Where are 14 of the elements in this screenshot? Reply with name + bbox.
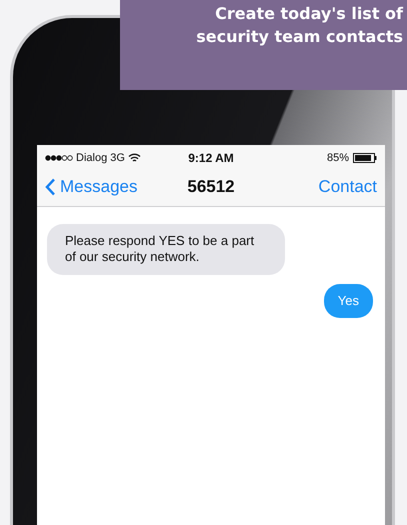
contact-link[interactable]: Contact — [266, 177, 378, 197]
wifi-icon — [128, 153, 141, 163]
carrier-name: Dialog 3G — [76, 152, 125, 164]
battery-percent: 85% — [326, 152, 350, 164]
conversation-title: 56512 — [186, 177, 236, 197]
sent-message: Yes — [324, 284, 373, 318]
back-link[interactable]: Messages — [60, 177, 138, 197]
battery-icon — [353, 153, 378, 163]
back-chevron-icon[interactable] — [45, 178, 56, 196]
status-time: 9:12 AM — [187, 151, 235, 165]
banner-text: security team contacts — [196, 26, 403, 48]
banner-text: Create today's list of — [215, 3, 403, 25]
received-message: Please respond YES to be a part of our security network. — [47, 224, 285, 275]
signal-icon — [45, 155, 73, 161]
